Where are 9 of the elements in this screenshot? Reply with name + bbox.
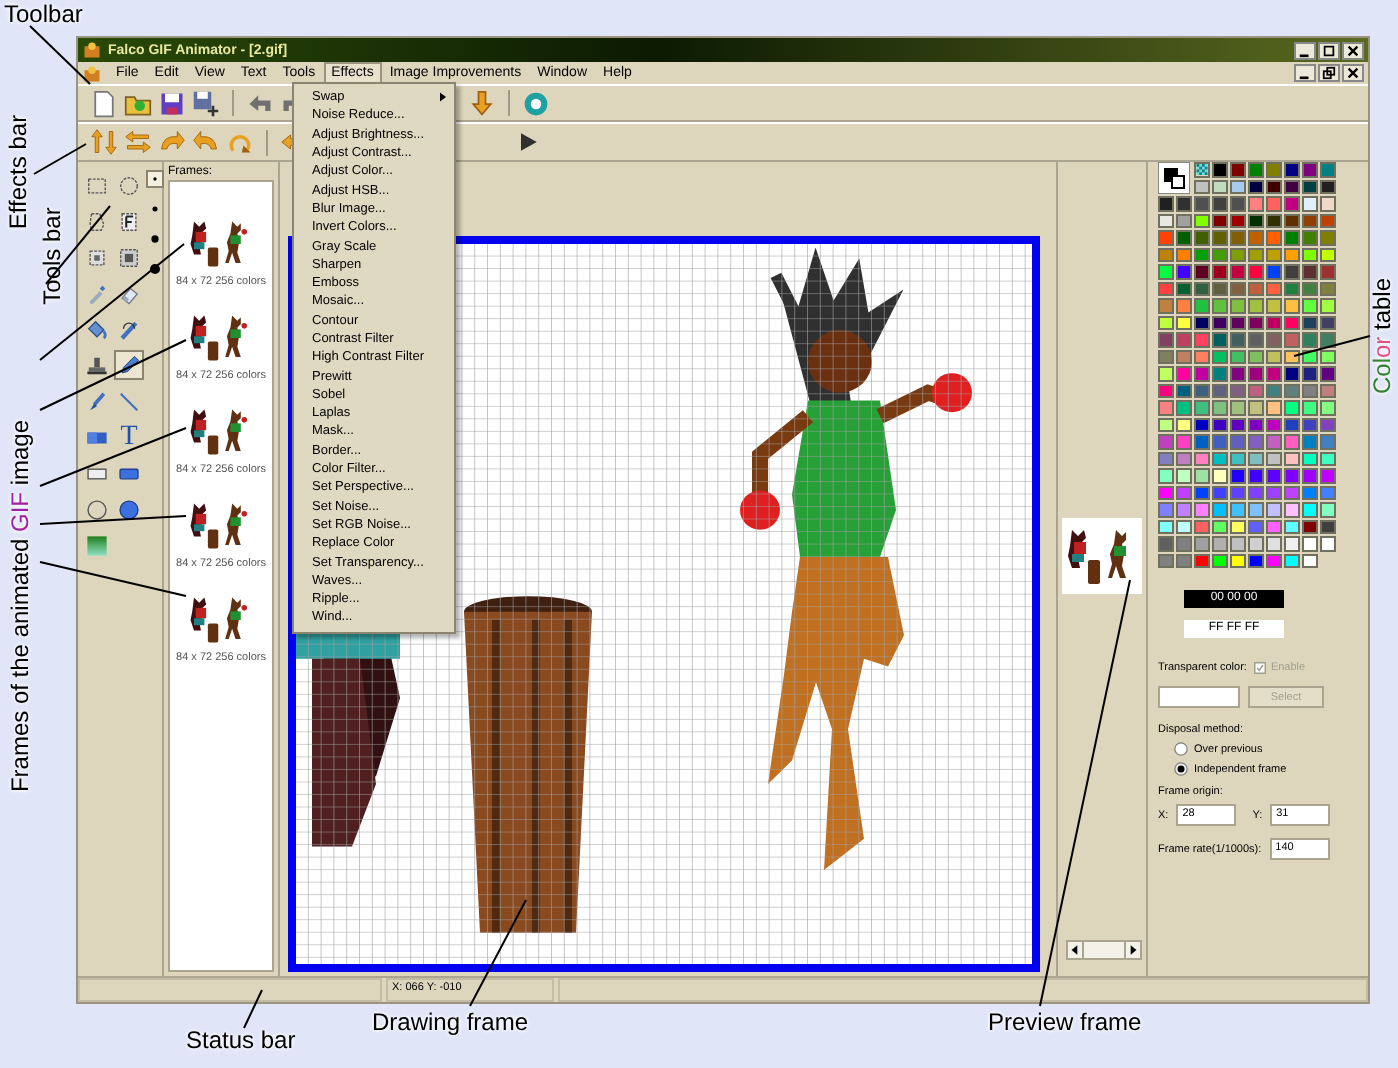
callout-label: Preview frame bbox=[988, 1008, 1142, 1036]
text-tool-button[interactable]: T bbox=[114, 422, 144, 452]
callout-label: Frames of the animated GIF image bbox=[6, 419, 34, 793]
callout-label: Status bar bbox=[186, 1026, 296, 1054]
callout-label: Color table bbox=[1368, 277, 1396, 395]
callout-label: Effects bar bbox=[4, 114, 32, 230]
callout-label: Toolbar bbox=[4, 0, 83, 28]
callout-label: Tools bar bbox=[38, 207, 66, 305]
callout-label: Drawing frame bbox=[372, 1008, 529, 1036]
